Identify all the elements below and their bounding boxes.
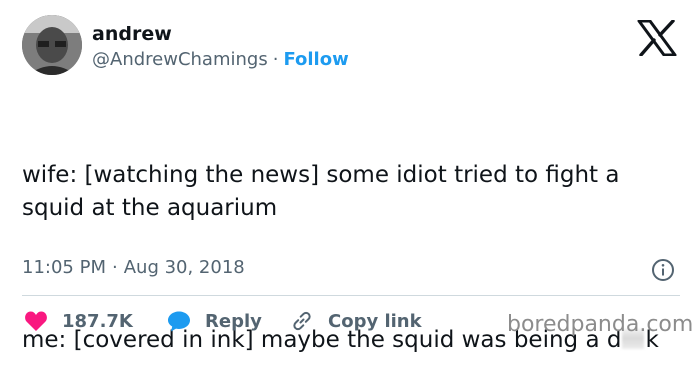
author-handle-row: @AndrewChamings · Follow <box>92 49 349 70</box>
info-icon[interactable] <box>651 258 675 282</box>
copy-link-label: Copy link <box>328 310 422 332</box>
like-button[interactable]: 187.7K <box>24 308 133 334</box>
tweet-date: Aug 30, 2018 <box>123 257 245 278</box>
timestamp-separator: · <box>111 257 118 278</box>
reply-bubble-icon <box>168 311 190 332</box>
tweet-line-wife: wife: [watching the news] some idiot tri… <box>22 162 627 221</box>
like-count: 187.7K <box>62 310 133 332</box>
tweet-text: wife: [watching the news] some idiot tri… <box>22 93 682 390</box>
author-handle[interactable]: @AndrewChamings <box>92 49 268 70</box>
divider <box>22 295 680 296</box>
tweet-timestamp[interactable]: 11:05 PM · Aug 30, 2018 <box>22 257 245 278</box>
avatar[interactable] <box>22 15 82 75</box>
reply-label: Reply <box>205 310 262 332</box>
follow-button[interactable]: Follow <box>283 49 348 70</box>
reply-button[interactable]: Reply <box>167 308 262 334</box>
heart-icon <box>25 311 47 331</box>
boredpanda-watermark: boredpanda.com <box>507 312 694 337</box>
handle-separator: · <box>272 49 279 70</box>
link-icon <box>293 311 311 331</box>
x-logo-icon[interactable] <box>637 20 677 56</box>
copy-link-button[interactable]: Copy link <box>290 308 422 334</box>
tweet-time: 11:05 PM <box>22 257 106 278</box>
author-name[interactable]: andrew <box>92 23 172 45</box>
